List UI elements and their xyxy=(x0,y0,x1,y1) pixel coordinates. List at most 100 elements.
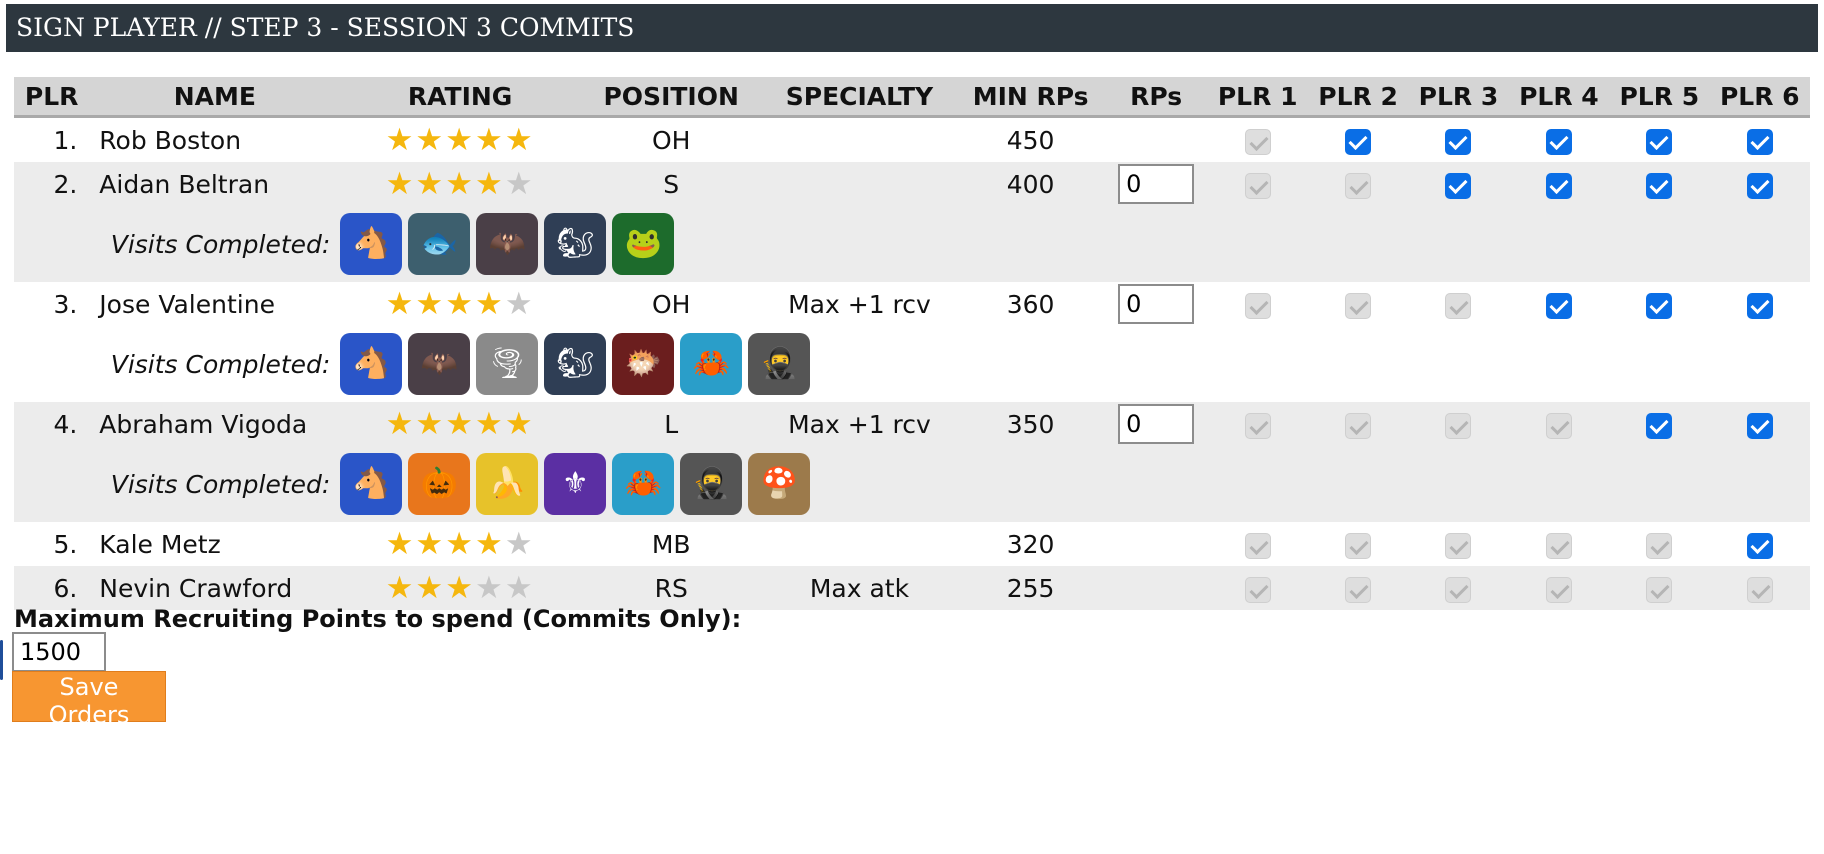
ninja-mascot-icon: 🥷 xyxy=(680,453,743,515)
plr-6-cell xyxy=(1709,162,1810,206)
logo-glyph: 🐸 xyxy=(624,226,662,261)
plr-2-checkbox xyxy=(1345,412,1372,439)
plr-2-checkbox[interactable] xyxy=(1345,128,1372,155)
plr-1-checkbox xyxy=(1244,532,1271,559)
plr-4-checkbox xyxy=(1545,412,1572,439)
plr-2-cell xyxy=(1307,162,1409,206)
plr-1-checkbox xyxy=(1244,576,1271,603)
plr-6-checkbox[interactable] xyxy=(1746,412,1773,439)
plr-6-checkbox[interactable] xyxy=(1746,128,1773,155)
donkey-mascot-icon: 🐴 xyxy=(340,453,403,515)
player-min-rps: 400 xyxy=(956,162,1105,206)
plr-2-checkbox xyxy=(1345,576,1372,603)
visits-completed-label: Visits Completed: xyxy=(110,349,331,379)
star-icon: ★ xyxy=(504,165,535,202)
col-plr-3: PLR 3 xyxy=(1408,77,1509,118)
player-number: 6. xyxy=(14,566,90,610)
plr-6-cell xyxy=(1709,402,1810,446)
plr-6-checkbox xyxy=(1746,576,1773,603)
star-icon: ★ xyxy=(385,525,416,562)
plr-5-checkbox[interactable] xyxy=(1646,412,1673,439)
rps-input[interactable] xyxy=(1118,284,1195,324)
player-rps-cell xyxy=(1105,282,1208,326)
plr-3-checkbox xyxy=(1445,412,1472,439)
plr-6-checkbox[interactable] xyxy=(1746,172,1773,199)
plr-3-checkbox[interactable] xyxy=(1445,172,1472,199)
table-header-row: PLR NAME RATING POSITION SPECIALTY MIN R… xyxy=(14,77,1810,118)
player-min-rps: 350 xyxy=(956,402,1105,446)
star-icon: ★ xyxy=(504,405,535,442)
player-rps-cell xyxy=(1104,162,1208,206)
player-rps-cell xyxy=(1105,522,1208,566)
star-icon: ★ xyxy=(445,121,476,158)
plr-6-checkbox[interactable] xyxy=(1746,532,1773,559)
star-icon: ★ xyxy=(385,121,416,158)
plr-4-checkbox[interactable] xyxy=(1545,292,1572,319)
player-rps-cell xyxy=(1104,566,1208,610)
plr-4-checkbox xyxy=(1545,576,1572,603)
visit-logos: 🐴 🦇 🌪 🐿 🐡 🦀 🥷 xyxy=(340,326,1810,402)
player-rows: 1. Rob Boston ★★★★★ OH 450 2. Aidan Beltran ★★★… xyxy=(14,117,1811,610)
panel-header: SIGN PLAYER // STEP 3 - SESSION 3 COMMIT… xyxy=(6,4,1818,52)
star-icon: ★ xyxy=(445,405,476,442)
star-icon: ★ xyxy=(385,165,416,202)
plr-4-checkbox[interactable] xyxy=(1545,172,1572,199)
star-icon: ★ xyxy=(475,405,505,442)
plr-1-cell xyxy=(1207,117,1307,163)
plr-1-cell xyxy=(1207,522,1307,566)
plr-1-cell xyxy=(1207,566,1308,610)
save-orders-button[interactable]: Save Orders xyxy=(12,671,166,729)
plr-2-checkbox xyxy=(1345,292,1372,319)
star-icon: ★ xyxy=(415,165,446,202)
player-specialty: Max +1 rcv xyxy=(762,402,957,446)
rps-input[interactable] xyxy=(1118,404,1195,444)
player-rps-cell xyxy=(1105,117,1208,163)
plr-2-cell xyxy=(1307,402,1409,446)
player-min-rps: 450 xyxy=(1006,125,1055,155)
visits-row: Visits Completed: 🐴 🦇 🌪 🐿 🐡 🦀 🥷 xyxy=(14,326,1810,402)
plr-4-cell xyxy=(1509,117,1609,163)
star-icon: ★ xyxy=(415,121,446,158)
player-specialty: Max atk xyxy=(762,566,957,610)
player-name: Aidan Beltran xyxy=(89,162,341,206)
plr-5-checkbox[interactable] xyxy=(1646,292,1673,319)
bat-mascot-icon: 🦇 xyxy=(476,213,539,275)
star-icon: ★ xyxy=(504,525,535,562)
star-icon: ★ xyxy=(475,165,505,202)
budget-label: Maximum Recruiting Points to spend (Comm… xyxy=(14,605,742,633)
new-orleans-mascot-icon: ⚜ xyxy=(544,453,607,515)
logo-glyph: 🐿 xyxy=(556,226,595,261)
player-name: Abraham Vigoda xyxy=(89,402,341,446)
plr-3-cell xyxy=(1408,566,1509,610)
frog-mascot-icon: 🐸 xyxy=(612,213,675,275)
visit-logos: 🐴 🐟 🦇 🐿 🐸 xyxy=(340,206,1810,282)
plr-2-cell xyxy=(1308,117,1408,163)
marlin-mascot-icon: 🐟 xyxy=(408,213,471,275)
player-min-rps: 360 xyxy=(1006,289,1055,319)
plr-3-checkbox xyxy=(1445,576,1472,603)
plr-5-checkbox[interactable] xyxy=(1646,128,1673,155)
player-position: MB xyxy=(651,529,691,559)
table-row: 2. Aidan Beltran ★★★★★ S 400 xyxy=(14,162,1810,206)
player-specialty xyxy=(762,522,956,566)
player-rating: ★★★★★ xyxy=(340,566,580,610)
logo-glyph: 🐟 xyxy=(420,226,458,261)
logo-glyph: 🐴 xyxy=(352,346,390,381)
player-rating: ★★★★★ xyxy=(340,162,580,206)
logo-glyph: 🌪 xyxy=(488,346,527,381)
plr-5-checkbox[interactable] xyxy=(1646,172,1673,199)
logo-glyph: 🎃 xyxy=(420,466,458,501)
player-number: 2. xyxy=(14,162,90,206)
plr-6-checkbox[interactable] xyxy=(1746,292,1773,319)
plr-2-cell xyxy=(1308,522,1408,566)
plr-4-checkbox[interactable] xyxy=(1545,128,1572,155)
rps-input[interactable] xyxy=(1118,164,1195,204)
table-row: 6. Nevin Crawford ★★★★★ RS Max atk 255 xyxy=(14,566,1810,610)
plr-6-cell xyxy=(1710,522,1811,566)
player-position: L xyxy=(579,402,763,446)
player-rating: ★★★★★ xyxy=(340,282,580,326)
plr-1-checkbox xyxy=(1244,292,1271,319)
budget-input[interactable] xyxy=(12,632,106,672)
plr-6-cell xyxy=(1710,282,1811,326)
plr-3-checkbox[interactable] xyxy=(1445,128,1472,155)
